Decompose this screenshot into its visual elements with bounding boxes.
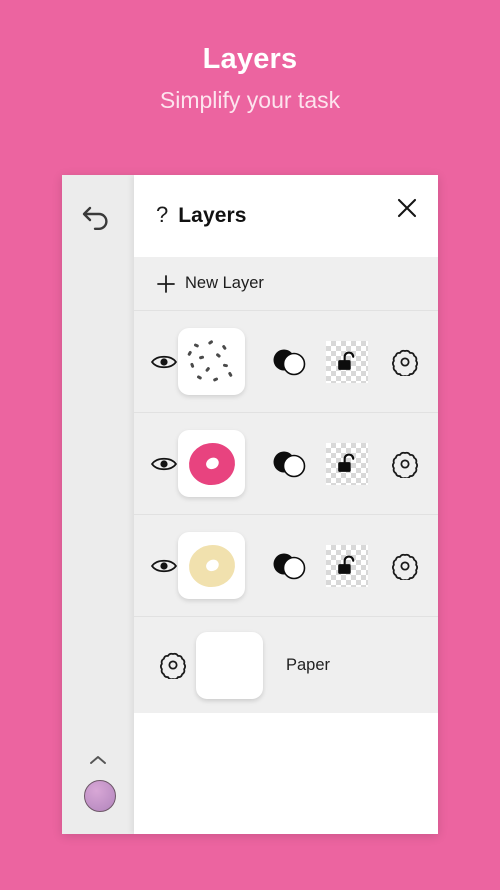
layer-visibility-toggle[interactable] <box>150 556 178 576</box>
thumbnail-donut-cream <box>185 541 238 590</box>
unlock-icon <box>338 350 355 370</box>
unlock-icon <box>338 554 355 574</box>
promo-subtitle: Simplify your task <box>159 86 341 113</box>
layer-lock-toggle[interactable] <box>320 442 374 485</box>
new-layer-button[interactable]: New Layer <box>134 257 438 311</box>
gear-icon <box>391 451 419 478</box>
table-row[interactable] <box>134 311 438 413</box>
layer-blend-mode-button[interactable] <box>262 449 316 479</box>
gear-icon <box>391 349 419 376</box>
new-layer-label: New Layer <box>185 274 264 292</box>
undo-arrow-icon[interactable] <box>80 199 114 233</box>
promo-title: Layers <box>202 43 298 75</box>
panel-title: Layers <box>178 204 247 227</box>
layer-settings-button[interactable] <box>380 450 430 478</box>
paper-thumbnail[interactable] <box>196 631 263 699</box>
layer-thumbnail[interactable] <box>178 328 245 395</box>
promo-banner: Layers Simplify your task <box>0 0 500 175</box>
layer-lock-toggle[interactable] <box>320 340 374 383</box>
table-row[interactable] <box>134 515 438 617</box>
app-window: ? Layers New Layer Paper <box>62 175 438 834</box>
layer-lock-toggle[interactable] <box>320 544 374 587</box>
layers-panel-header: ? Layers <box>134 175 438 257</box>
chevron-up-icon[interactable] <box>88 753 108 767</box>
layer-blend-mode-button[interactable] <box>262 551 316 581</box>
layer-visibility-toggle[interactable] <box>150 454 178 474</box>
paper-row[interactable]: Paper <box>134 617 438 713</box>
layer-blend-mode-button[interactable] <box>262 347 316 377</box>
paper-settings-button[interactable] <box>150 651 196 679</box>
tool-rail <box>62 175 134 834</box>
unlock-icon <box>338 452 355 472</box>
blend-mode-icon <box>273 451 306 477</box>
layer-visibility-toggle[interactable] <box>150 352 178 372</box>
paper-label: Paper <box>286 655 331 674</box>
layer-thumbnail[interactable] <box>178 532 245 599</box>
plus-icon <box>156 274 176 294</box>
layer-thumbnail[interactable] <box>178 430 245 497</box>
help-icon[interactable]: ? <box>156 204 168 226</box>
panel-empty-area <box>134 713 438 834</box>
blend-mode-icon <box>273 349 306 375</box>
thumbnail-donut-pink <box>185 439 238 488</box>
eye-icon <box>150 355 178 368</box>
eye-icon <box>150 457 178 470</box>
layer-settings-button[interactable] <box>380 552 430 580</box>
layer-list: Paper <box>134 311 438 713</box>
table-row[interactable] <box>134 413 438 515</box>
layers-panel: ? Layers New Layer Paper <box>134 175 438 834</box>
gear-icon <box>159 652 187 679</box>
layer-settings-button[interactable] <box>380 348 430 376</box>
gear-icon <box>391 553 419 580</box>
close-icon[interactable] <box>394 195 420 221</box>
eye-icon <box>150 559 178 572</box>
blend-mode-icon <box>273 553 306 579</box>
color-swatch-button[interactable] <box>84 780 116 812</box>
